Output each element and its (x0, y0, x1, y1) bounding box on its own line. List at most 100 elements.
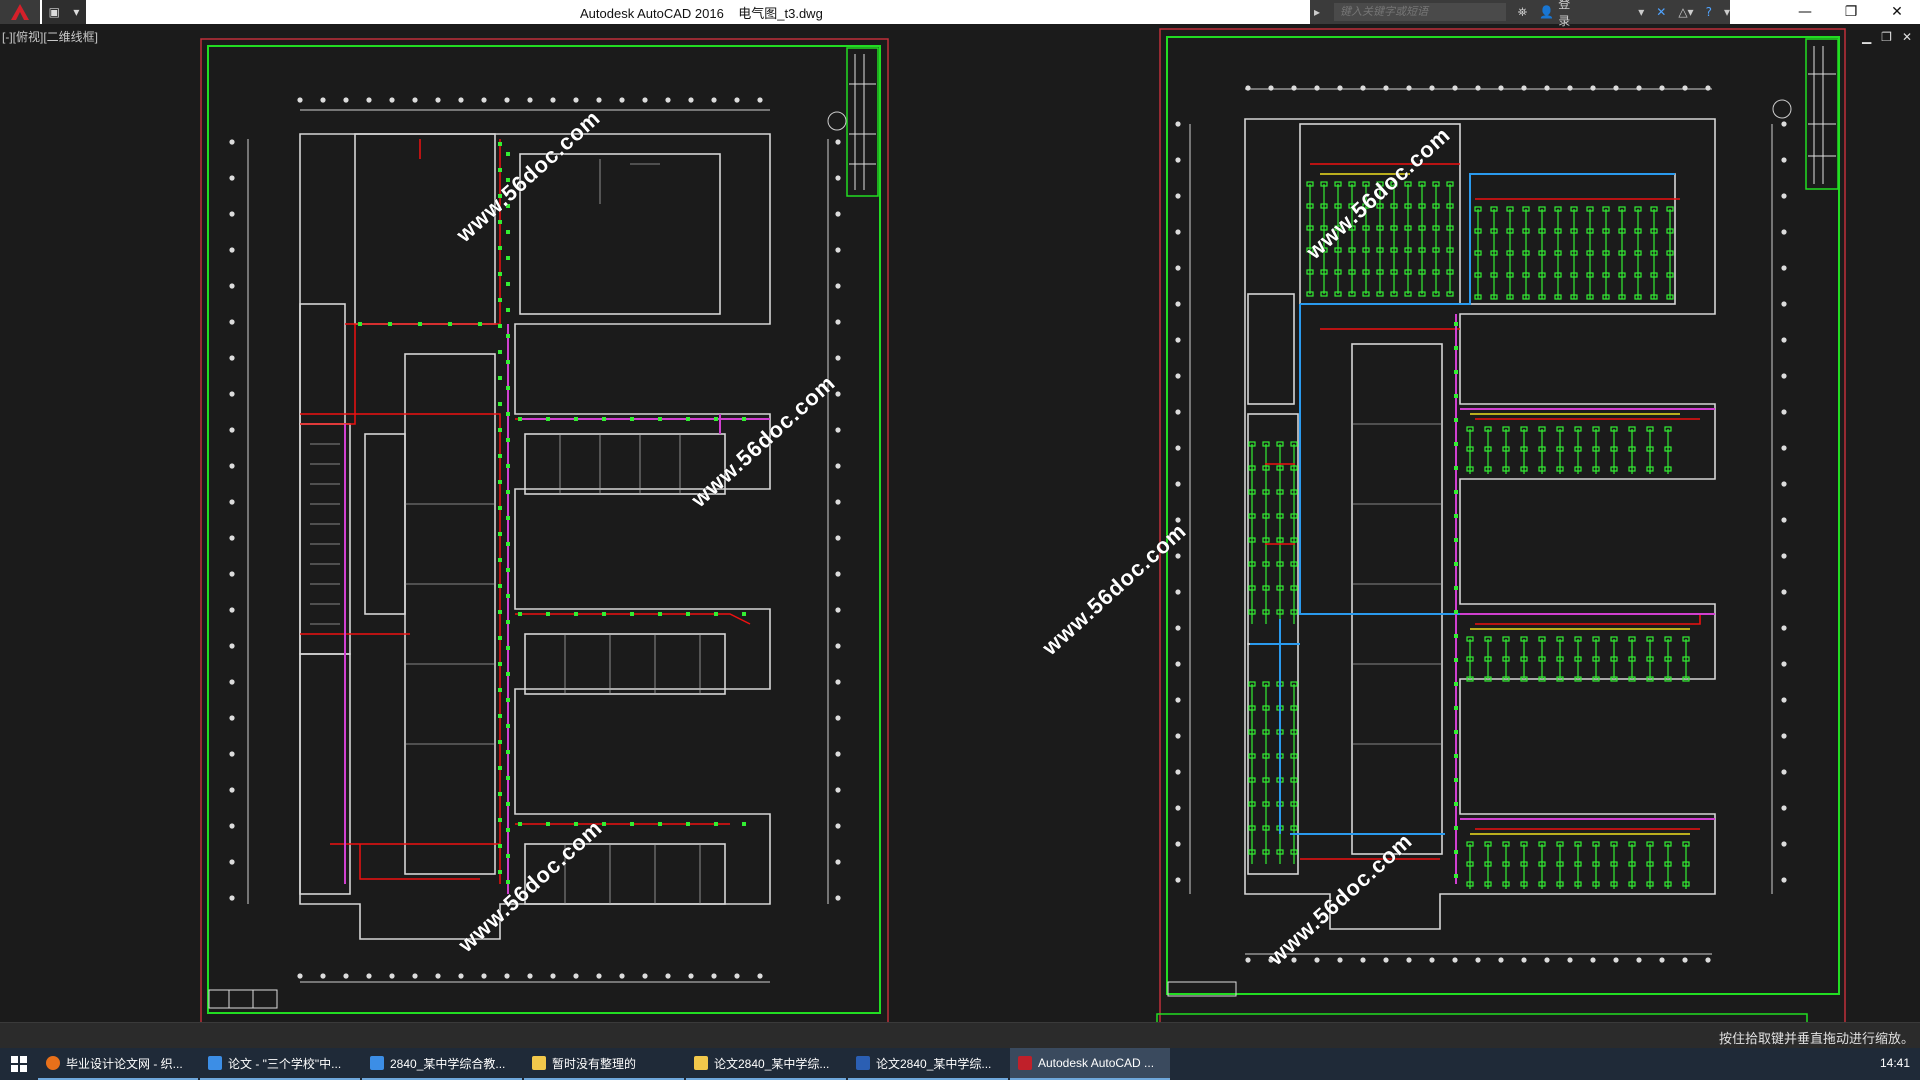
electrical-device (506, 854, 510, 858)
electrical-device (506, 256, 510, 260)
electrical-device (506, 334, 510, 338)
taskbar-item[interactable]: 2840_某中学综合教... (362, 1048, 522, 1080)
axis-bubble (229, 679, 235, 685)
axis-bubble (1682, 85, 1688, 91)
axis-bubble (229, 463, 235, 469)
axis-bubble (835, 787, 841, 793)
electrical-device (742, 822, 746, 826)
taskbar-item[interactable]: 论文2840_某中学综... (848, 1048, 1008, 1080)
electrical-device (602, 612, 606, 616)
axis-bubble (835, 463, 841, 469)
axis-bubble (835, 607, 841, 613)
electrical-device (742, 417, 746, 421)
start-button[interactable] (0, 1048, 38, 1080)
axis-bubble (1245, 85, 1251, 91)
electrical-device (658, 822, 662, 826)
electrical-device (498, 584, 502, 588)
chevron-down-icon[interactable]: ▾ (1638, 5, 1644, 19)
quick-access-toolbar: ▣ ▾ (42, 0, 86, 24)
taskbar-item[interactable]: 暂时没有整理的 (524, 1048, 684, 1080)
axis-bubble (835, 499, 841, 505)
axis-bubble (1268, 85, 1274, 91)
electrical-device (602, 417, 606, 421)
axis-bubble (297, 973, 303, 979)
axis-bubble (229, 427, 235, 433)
electrical-device (506, 776, 510, 780)
window-controls: — ❐ ✕ (1782, 0, 1920, 24)
electrical-device (506, 724, 510, 728)
electrical-device (506, 750, 510, 754)
electrical-device (1454, 874, 1458, 878)
axis-bubble (1781, 265, 1787, 271)
axis-bubble (1636, 957, 1642, 963)
axis-bubble (1429, 85, 1435, 91)
electrical-device (658, 417, 662, 421)
chevron-down-icon[interactable]: ▾ (73, 5, 79, 19)
axis-bubble (1337, 957, 1343, 963)
electrical-device (498, 454, 502, 458)
taskbar-item-autocad[interactable]: Autodesk AutoCAD ... (1010, 1048, 1170, 1080)
taskbar-item[interactable]: 论文2840_某中学综... (686, 1048, 846, 1080)
help-icon[interactable]: ? (1706, 5, 1712, 19)
axis-bubble (504, 973, 510, 979)
electrical-device (506, 230, 510, 234)
electrical-device (498, 402, 502, 406)
axis-bubble (1429, 957, 1435, 963)
drawing-canvas[interactable] (0, 24, 1920, 1022)
axis-bubble (1781, 553, 1787, 559)
axis-bubble (835, 715, 841, 721)
minimize-button[interactable]: — (1782, 0, 1828, 24)
exchange-icon[interactable]: ✕ (1656, 5, 1666, 19)
right-sheet (1156, 28, 1846, 1022)
axis-bubble (1781, 337, 1787, 343)
electrical-device (686, 417, 690, 421)
electrical-device (498, 168, 502, 172)
axis-bubble (642, 97, 648, 103)
axis-bubble (1337, 85, 1343, 91)
axis-bubble (1636, 85, 1642, 91)
electrical-device (498, 636, 502, 640)
electrical-device (714, 612, 718, 616)
taskbar-item[interactable]: 论文 - "三个学校"中... (200, 1048, 360, 1080)
axis-bubble (835, 283, 841, 289)
command-line[interactable]: 按住拾取键并垂直拖动进行缩放。 (0, 1022, 1920, 1049)
axis-bubble (1659, 957, 1665, 963)
clock[interactable]: 14:41 (1880, 1056, 1910, 1070)
axis-bubble (1175, 841, 1181, 847)
binoculars-icon[interactable]: ⛯ (1518, 5, 1528, 20)
infocenter: ▸ ⛯ 👤登录 ▾ ✕ △▾ ? ▾ (1310, 0, 1730, 28)
axis-bubble (835, 211, 841, 217)
autocad-logo-icon[interactable] (0, 0, 40, 24)
electrical-device (506, 646, 510, 650)
axis-bubble (1781, 661, 1787, 667)
restore-button[interactable]: ❐ (1828, 0, 1874, 24)
axis-bubble (1781, 229, 1787, 235)
search-input[interactable] (1334, 3, 1506, 21)
electrical-device (498, 532, 502, 536)
chevron-down-icon[interactable]: ▾ (1724, 5, 1730, 19)
axis-bubble (320, 97, 326, 103)
axis-bubble (573, 97, 579, 103)
electrical-device (546, 612, 550, 616)
axis-bubble (835, 643, 841, 649)
close-button[interactable]: ✕ (1874, 0, 1920, 24)
electrical-device (686, 612, 690, 616)
expand-arrow-icon[interactable]: ▸ (1314, 5, 1320, 19)
taskbar-item[interactable]: 毕业设计论文网 - 织... (38, 1048, 198, 1080)
workspace-icon[interactable]: ▣ (49, 5, 60, 19)
electrical-device (506, 412, 510, 416)
electrical-device (1454, 538, 1458, 542)
axis-bubble (1781, 409, 1787, 415)
electrical-device (1454, 658, 1458, 662)
axis-bubble (835, 859, 841, 865)
axis-bubble (1175, 553, 1181, 559)
electrical-device (418, 322, 422, 326)
electrical-device (506, 594, 510, 598)
axis-bubble (1498, 957, 1504, 963)
autodesk-a360-icon[interactable]: △▾ (1678, 5, 1693, 19)
axis-bubble (481, 973, 487, 979)
electrical-device (658, 612, 662, 616)
electrical-device (630, 612, 634, 616)
axis-bubble (481, 97, 487, 103)
electrical-device (506, 802, 510, 806)
